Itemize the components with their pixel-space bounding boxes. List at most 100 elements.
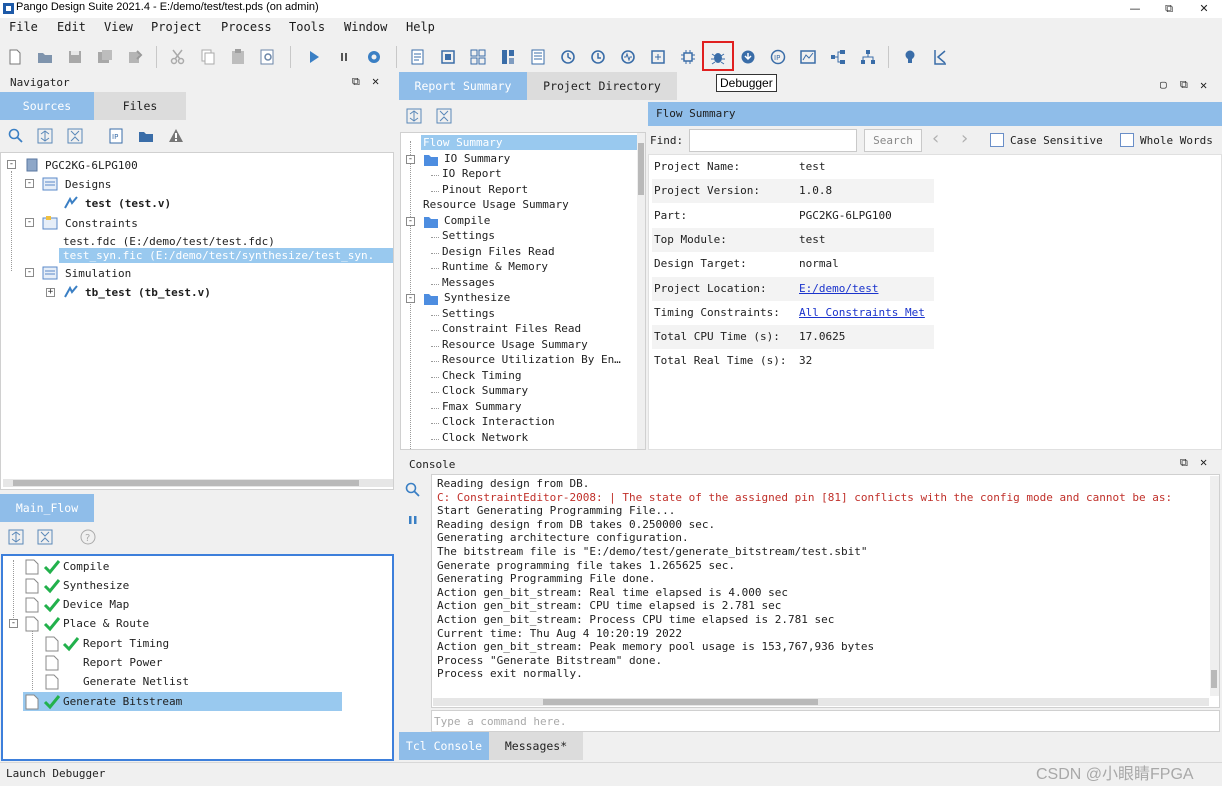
device-name[interactable]: PGC2KG-6LPG100 xyxy=(45,159,138,172)
report-tree-expander[interactable]: - xyxy=(406,216,415,226)
tab-report-summary[interactable]: Report Summary xyxy=(399,72,527,100)
expander-simulation[interactable]: - xyxy=(25,268,34,277)
run-icon[interactable] xyxy=(304,47,324,67)
design-file[interactable]: test (test.v) xyxy=(85,197,171,210)
search-button[interactable]: Search xyxy=(864,129,922,152)
step-place-route[interactable]: Place & Route xyxy=(63,617,149,630)
menu-help[interactable]: Help xyxy=(406,20,435,34)
add-folder-icon[interactable] xyxy=(138,128,154,144)
paste-icon[interactable] xyxy=(228,47,248,67)
report-icon[interactable] xyxy=(408,47,428,67)
expander-constraints[interactable]: - xyxy=(25,218,34,227)
waveform-icon[interactable] xyxy=(798,47,818,67)
io-icon[interactable] xyxy=(648,47,668,67)
clock-icon[interactable] xyxy=(618,47,638,67)
menu-window[interactable]: Window xyxy=(344,20,387,34)
step-compile[interactable]: Compile xyxy=(63,560,109,573)
summary-link[interactable]: All Constraints Met xyxy=(799,306,925,319)
step-generate-bitstream[interactable]: Generate Bitstream xyxy=(63,695,182,708)
report-tree-item[interactable]: Fmax Summary xyxy=(442,400,521,413)
report-tree-item[interactable]: Resource Utilization By En… xyxy=(442,353,621,366)
whole-words-checkbox[interactable] xyxy=(1120,133,1134,147)
report-tree-item[interactable]: Constraint Files Read xyxy=(442,322,581,335)
close-icon[interactable]: ✕ xyxy=(1200,455,1207,469)
expander-tb[interactable]: + xyxy=(46,288,55,297)
warning-icon[interactable] xyxy=(168,128,184,144)
menu-file[interactable]: File xyxy=(9,20,38,34)
report-tree-item[interactable]: Synthesize xyxy=(444,291,510,304)
constraint-file-fdc[interactable]: test.fdc (E:/demo/test/test.fdc) xyxy=(63,235,275,248)
schematic-icon[interactable] xyxy=(438,47,458,67)
console-search-icon[interactable] xyxy=(405,482,421,498)
report-tree-expander[interactable]: - xyxy=(406,154,415,164)
report-tree-item[interactable]: Runtime & Memory xyxy=(442,260,548,273)
tab-tcl-console[interactable]: Tcl Console xyxy=(399,732,489,760)
find-input[interactable] xyxy=(689,129,857,152)
open-folder-icon[interactable] xyxy=(35,47,55,67)
step-generate-netlist[interactable]: Generate Netlist xyxy=(83,675,189,688)
cut-icon[interactable] xyxy=(168,47,188,67)
report-expand-icon[interactable] xyxy=(406,108,422,124)
prev-arrow-icon[interactable]: ‹ xyxy=(932,128,939,149)
close-button[interactable]: ✕ xyxy=(1187,0,1221,18)
report-tree-vscroll[interactable] xyxy=(637,133,645,449)
report-tree-item[interactable]: IO Report xyxy=(442,167,502,180)
debugger-icon[interactable] xyxy=(708,47,728,67)
close-icon[interactable]: ✕ xyxy=(372,74,379,88)
maximize-icon[interactable]: ▢ xyxy=(1160,78,1167,91)
designs-label[interactable]: Designs xyxy=(65,178,111,191)
tab-messages[interactable]: Messages* xyxy=(489,732,583,760)
sim-file[interactable]: tb_test (tb_test.v) xyxy=(85,286,211,299)
save-all-icon[interactable] xyxy=(95,47,115,67)
tab-project-directory[interactable]: Project Directory xyxy=(527,72,677,100)
device-icon[interactable] xyxy=(498,47,518,67)
report-tree-item[interactable]: Pinout Report xyxy=(442,183,528,196)
chip-icon[interactable] xyxy=(678,47,698,67)
case-sensitive-checkbox[interactable] xyxy=(990,133,1004,147)
tab-main-flow[interactable]: Main_Flow xyxy=(0,494,94,522)
report-tree-item[interactable]: Clock Interaction xyxy=(442,415,555,428)
float-icon[interactable]: ⧉ xyxy=(1180,456,1188,470)
step-report-timing[interactable]: Report Timing xyxy=(83,637,169,650)
k-icon[interactable] xyxy=(930,47,950,67)
report-tree-item[interactable]: Settings xyxy=(442,307,495,320)
expander-place-route[interactable]: - xyxy=(9,619,18,628)
simulation-label[interactable]: Simulation xyxy=(65,267,131,280)
report-tree-item[interactable]: Clock Summary xyxy=(442,384,528,397)
menu-project[interactable]: Project xyxy=(151,20,202,34)
console-pause-icon[interactable] xyxy=(407,514,419,526)
save-icon[interactable] xyxy=(65,47,85,67)
restore-button[interactable]: ⧉ xyxy=(1152,0,1186,18)
float-icon[interactable]: ⧉ xyxy=(1180,78,1188,92)
report-tree-item[interactable]: Design Files Read xyxy=(442,245,555,258)
report-tree-item[interactable]: Flow Summary xyxy=(423,136,502,149)
add-ip-icon[interactable]: IP xyxy=(108,128,124,144)
constraint-file-fic[interactable]: test_syn.fic (E:/demo/test/synthesize/te… xyxy=(63,249,374,262)
tab-files[interactable]: Files xyxy=(94,92,186,120)
step-device-map[interactable]: Device Map xyxy=(63,598,129,611)
minimize-button[interactable]: — xyxy=(1118,0,1152,18)
report-collapse-icon[interactable] xyxy=(436,108,452,124)
expander-designs[interactable]: - xyxy=(25,179,34,188)
report-tree-item[interactable]: Check Timing xyxy=(442,369,521,382)
new-file-icon[interactable] xyxy=(5,47,25,67)
menu-view[interactable]: View xyxy=(104,20,133,34)
command-input[interactable]: Type a command here. xyxy=(431,710,1220,732)
pause-icon[interactable] xyxy=(334,47,354,67)
float-icon[interactable]: ⧉ xyxy=(352,75,360,89)
console-vscroll[interactable] xyxy=(1210,476,1219,696)
expand-all-icon[interactable] xyxy=(37,128,53,144)
next-arrow-icon[interactable]: › xyxy=(961,128,968,149)
console-hscroll[interactable] xyxy=(433,698,1209,706)
copy-icon[interactable] xyxy=(198,47,218,67)
report-tree-expander[interactable]: - xyxy=(406,294,415,303)
report-tree-item[interactable]: Compile xyxy=(444,214,490,227)
find-icon[interactable] xyxy=(258,47,278,67)
expander-device[interactable]: - xyxy=(7,160,16,169)
menu-process[interactable]: Process xyxy=(221,20,272,34)
report-tree-item[interactable]: Settings xyxy=(442,229,495,242)
settings-icon[interactable] xyxy=(364,47,384,67)
step-synthesize[interactable]: Synthesize xyxy=(63,579,129,592)
report-tree-item[interactable]: Clock Network xyxy=(442,431,528,444)
floorplan-icon[interactable] xyxy=(528,47,548,67)
